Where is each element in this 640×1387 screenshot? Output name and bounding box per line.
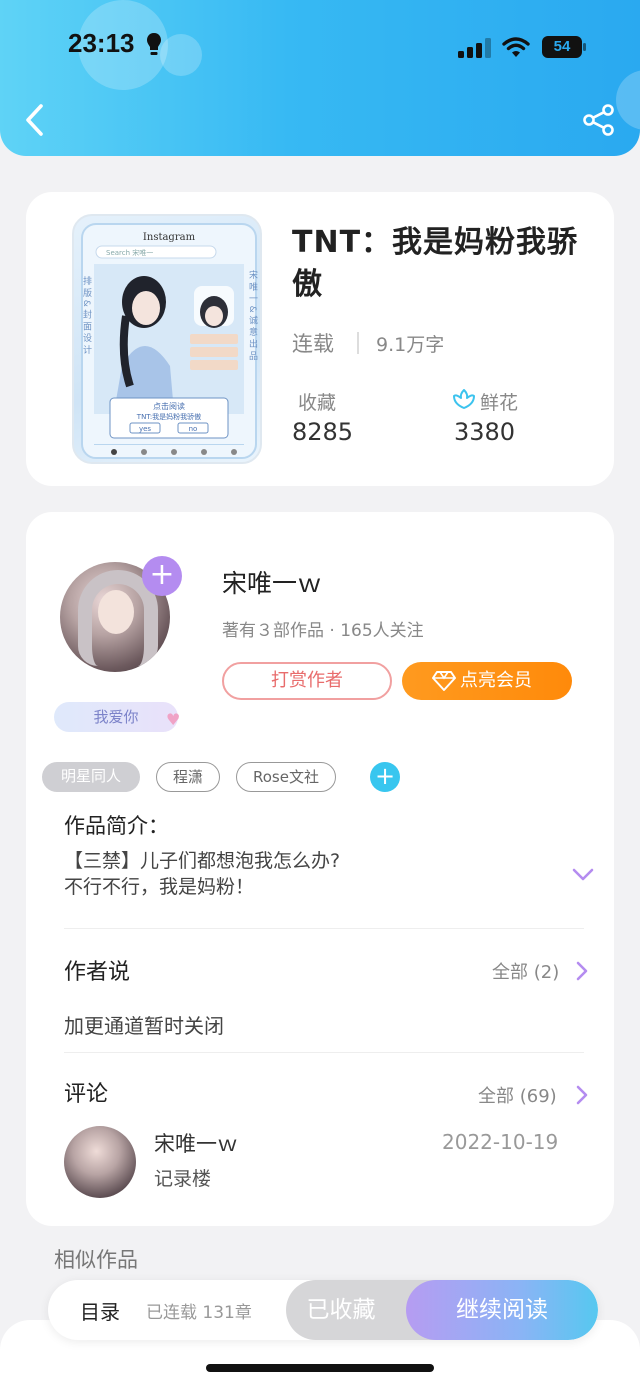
- section-divider: [64, 928, 584, 929]
- status-time: 23:13: [68, 28, 135, 58]
- diamond-icon: [432, 671, 456, 691]
- flower-count: 3380: [454, 418, 516, 446]
- tip-author-button[interactable]: 打赏作者: [222, 662, 392, 700]
- cover-side-right-text: 宋 唯 一 & 诚 意 出 品: [247, 269, 258, 361]
- author-says-title: 作者说: [64, 960, 131, 985]
- battery-cap: [583, 43, 586, 51]
- cover-cta-line2: TNT:我是妈粉我骄傲: [136, 412, 201, 421]
- cover-illustration: Instagram Search 宋唯一 排 版 & 封 面 设 计 宋 唯 一…: [81, 223, 258, 459]
- continue-reading-button[interactable]: 继续阅读: [406, 1280, 598, 1340]
- toc-button[interactable]: 目录: [80, 1296, 120, 1325]
- bulb-icon: [147, 33, 161, 55]
- book-cover[interactable]: Instagram Search 宋唯一 排 版 & 封 面 设 计 宋 唯 一…: [72, 214, 262, 464]
- battery-level: 54: [553, 38, 571, 55]
- book-title: TNT：我是妈粉我骄傲: [292, 225, 579, 302]
- avatar-face: [98, 590, 134, 634]
- collect-count: 8285: [292, 418, 354, 446]
- word-count: 9.1万字: [376, 334, 445, 356]
- commenter-avatar[interactable]: [64, 1126, 136, 1198]
- comment-text[interactable]: 记录楼: [154, 1164, 211, 1191]
- flower-label: 鲜花: [480, 392, 519, 414]
- intro-title: 作品简介：: [64, 814, 169, 838]
- intro-text: 【三禁】儿子们都想泡我怎么办? 不行不行，我是妈粉！: [64, 848, 340, 900]
- book-status: 连载: [292, 332, 334, 356]
- section-divider: [64, 1052, 584, 1053]
- header: 23:13 54: [0, 0, 640, 156]
- vip-button-label: 点亮会员: [460, 670, 532, 691]
- follow-button[interactable]: +: [142, 556, 182, 596]
- comments-title: 评论: [64, 1082, 109, 1107]
- wifi-icon: [502, 37, 530, 57]
- chevron-left-icon[interactable]: [22, 102, 48, 138]
- chevron-down-icon[interactable]: [572, 868, 594, 882]
- add-tag-button[interactable]: +: [370, 762, 400, 792]
- cover-no: no: [189, 425, 198, 433]
- cover-cta-line1: 点击阅读: [153, 401, 185, 411]
- cover-yes: yes: [139, 425, 151, 433]
- flower-icon: [453, 389, 475, 409]
- comments-all-link[interactable]: 全部 (69): [478, 1082, 557, 1108]
- chevron-right-icon[interactable]: [576, 961, 588, 981]
- cover-header-text: Instagram: [143, 232, 196, 243]
- author-says-all-link[interactable]: 全部 (2): [492, 958, 559, 984]
- book-info-card: Instagram Search 宋唯一 排 版 & 封 面 设 计 宋 唯 一…: [26, 192, 614, 486]
- author-meta: 著有３部作品 · 165人关注: [222, 621, 424, 641]
- intro-line: 【三禁】儿子们都想泡我怎么办?: [64, 850, 341, 872]
- tag-item[interactable]: Rose文社: [236, 762, 336, 792]
- bottom-action-bar: 目录 已连载 131章 已收藏 继续阅读: [48, 1280, 598, 1340]
- details-card: + 我爱你 ♥ 宋唯一ｗ 著有３部作品 · 165人关注 打赏作者 点亮会员 明…: [26, 512, 614, 1226]
- share-icon[interactable]: [582, 104, 616, 136]
- decor-bubble: [616, 70, 640, 130]
- intro-line: 不行不行，我是妈粉！: [64, 876, 255, 898]
- chapter-count[interactable]: 已连载 131章: [146, 1298, 252, 1323]
- similar-works-title: 相似作品: [54, 1248, 138, 1272]
- collect-label: 收藏: [298, 392, 337, 414]
- author-name[interactable]: 宋唯一ｗ: [222, 564, 322, 600]
- tag-item[interactable]: 明星同人: [42, 762, 140, 792]
- cover-side-left-text: 排 版 & 封 面 设 计: [81, 275, 92, 355]
- decor-bubble: [160, 34, 202, 76]
- heart-icon: ♥: [166, 710, 181, 729]
- tag-item[interactable]: 程潇: [156, 762, 220, 792]
- chevron-right-icon[interactable]: [576, 1085, 588, 1105]
- cover-search-text: Search 宋唯一: [106, 248, 153, 257]
- meta-divider: [357, 332, 359, 354]
- signal-icon: [458, 38, 491, 58]
- comment-date: 2022-10-19: [442, 1130, 559, 1154]
- collected-label: 已收藏: [306, 1297, 376, 1323]
- author-says-text: 加更通道暂时关闭: [64, 1014, 224, 1038]
- commenter-name[interactable]: 宋唯一ｗ: [154, 1128, 238, 1158]
- home-indicator: [206, 1364, 434, 1372]
- vip-button[interactable]: 点亮会员: [402, 662, 572, 700]
- battery-indicator: 54: [542, 36, 588, 58]
- fan-badge: 我爱你: [54, 702, 178, 732]
